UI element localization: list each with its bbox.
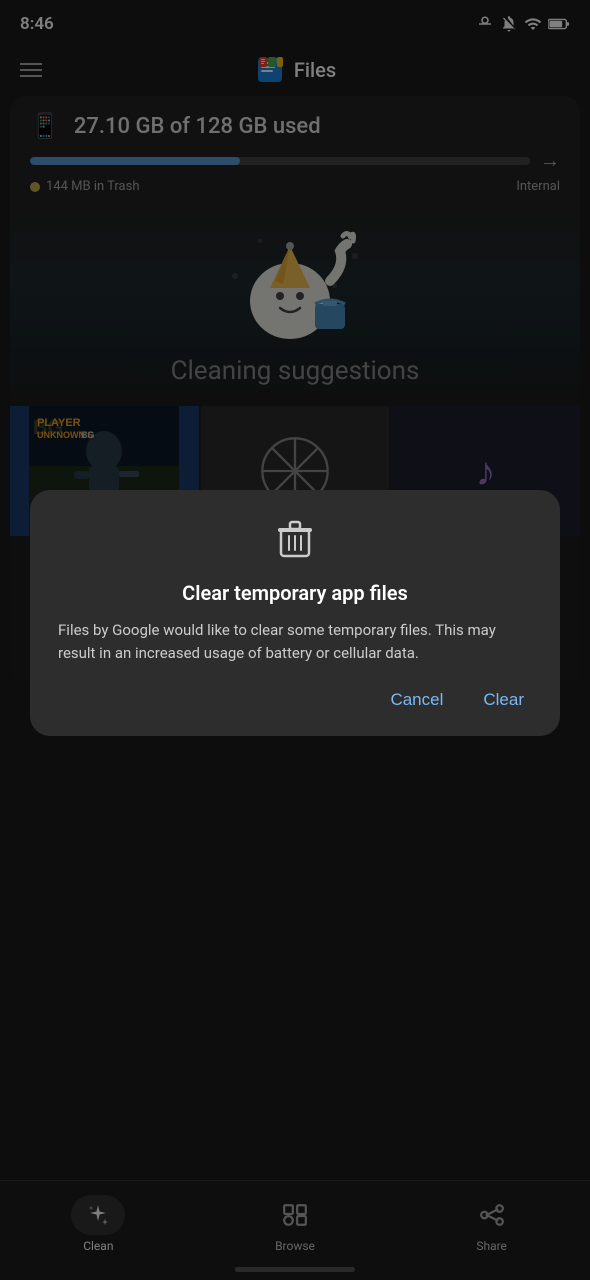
clear-temp-files-dialog: Clear temporary app files Files by Googl… (30, 490, 560, 736)
dialog-buttons: Cancel Clear (58, 686, 532, 714)
dialog-body: Files by Google would like to clear some… (58, 619, 532, 664)
clear-button[interactable]: Clear (475, 686, 532, 714)
dialog-trash-icon (58, 520, 532, 567)
dialog-title: Clear temporary app files (58, 581, 532, 605)
cancel-button[interactable]: Cancel (382, 686, 451, 714)
dialog-overlay: Clear temporary app files Files by Googl… (0, 0, 590, 1280)
trash-can-icon (277, 520, 313, 560)
